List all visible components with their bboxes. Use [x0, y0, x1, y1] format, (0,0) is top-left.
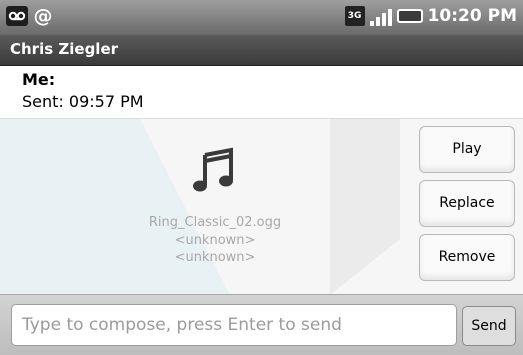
- compose-input[interactable]: Type to compose, press Enter to send: [11, 304, 457, 346]
- voicemail-icon: [6, 6, 28, 26]
- at-icon: @: [33, 5, 53, 27]
- clock: 10:20 PM: [427, 6, 517, 26]
- title-bar: Chris Ziegler: [0, 35, 523, 66]
- replace-button[interactable]: Replace: [419, 180, 515, 227]
- attachment-artist: <unknown>: [174, 233, 256, 248]
- battery-icon: [396, 9, 423, 23]
- play-button[interactable]: Play: [419, 126, 515, 173]
- sender-label: Me:: [22, 70, 56, 89]
- send-button[interactable]: Send: [462, 306, 516, 346]
- sent-time: Sent: 09:57 PM: [22, 92, 144, 111]
- 3g-icon: 3G: [344, 6, 365, 26]
- conversation-title: Chris Ziegler: [10, 40, 119, 58]
- attachment-album: <unknown>: [174, 250, 256, 265]
- attachment-file-name: Ring_Classic_02.ogg: [148, 215, 282, 230]
- compose-bar: Type to compose, press Enter to send Sen…: [0, 294, 523, 355]
- remove-button[interactable]: Remove: [419, 234, 515, 281]
- music-note-icon: [193, 147, 233, 192]
- system-icons: 3G 10:20 PM: [344, 6, 517, 26]
- status-bar: @ 3G 10:20 PM: [0, 0, 523, 35]
- message-header: Me: Sent: 09:57 PM: [0, 66, 523, 118]
- notification-icons: @: [6, 6, 54, 26]
- signal-icon: [369, 6, 392, 26]
